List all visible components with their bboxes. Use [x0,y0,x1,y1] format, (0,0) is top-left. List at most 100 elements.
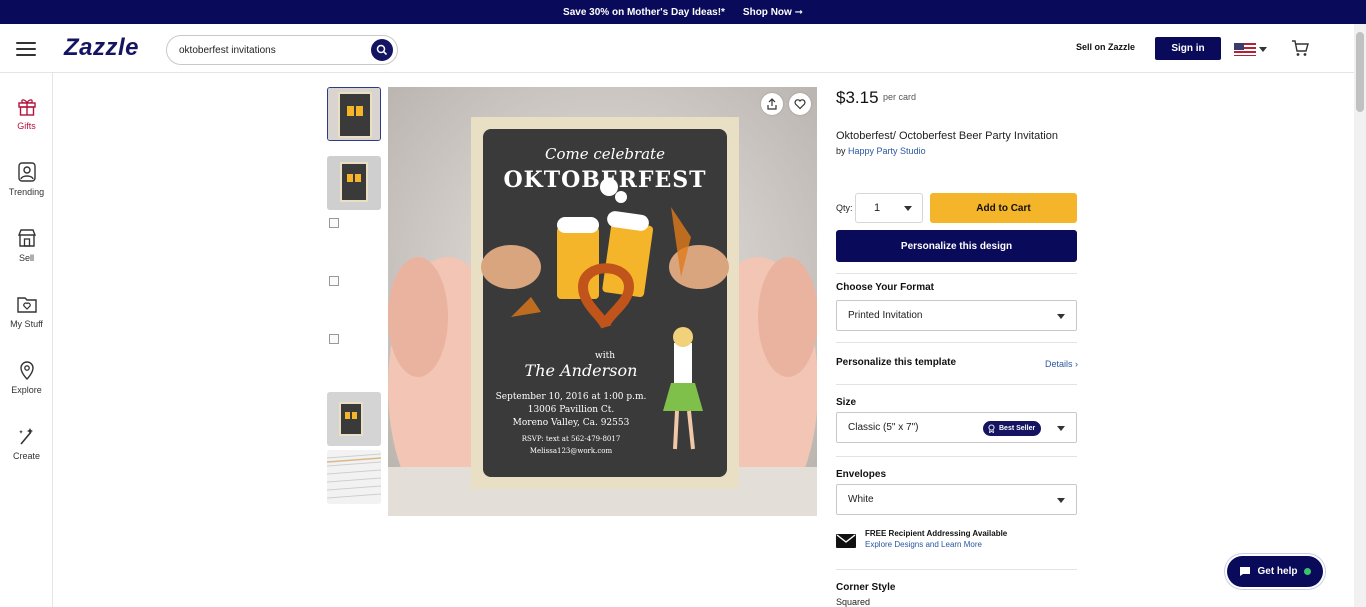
qty-value: 1 [874,202,881,214]
thumbnail-7[interactable] [327,450,381,504]
trending-icon [17,162,36,182]
sidebar-item-label: Gifts [17,121,36,131]
menu-icon[interactable] [16,42,36,56]
price: $3.15 [836,88,879,107]
sell-on-zazzle-link[interactable]: Sell on Zazzle [1076,42,1135,52]
chat-icon [1240,567,1251,576]
invitation-card: Come celebrate OKTOBERFEST with The Ande… [471,117,739,489]
product-by: by Happy Party Studio [836,146,926,156]
thumbnail-1[interactable] [327,87,381,141]
card-with: with [595,351,615,361]
sidebar-item-my-stuff[interactable]: My Stuff [0,293,53,349]
chevron-down-icon [1259,46,1267,52]
card-name: The Anderson [524,361,638,380]
sidebar-item-label: Trending [8,187,45,197]
store-link[interactable]: Happy Party Studio [848,146,926,156]
shop-now-link[interactable]: Shop Now ➞ [743,7,803,18]
get-help-button[interactable]: Get help [1227,556,1323,587]
addressing-link[interactable]: Explore Designs and Learn More [865,540,1007,549]
card-line1: Come celebrate [545,145,665,163]
site-header: Zazzle Sell on Zazzle Sign in [0,24,1354,73]
sidebar-item-label: My Stuff [10,319,43,329]
promo-text: Save 30% on Mother's Day Ideas!* [563,6,725,18]
favorite-button[interactable] [789,93,811,115]
divider [836,569,1077,570]
chevron-down-icon [1057,314,1065,319]
main-product-image[interactable]: Come celebrate OKTOBERFEST with The Ande… [388,87,817,516]
divider [836,342,1077,343]
page-scrollbar[interactable] [1354,24,1366,607]
addressing-row: FREE Recipient Addressing Available Expl… [836,529,1007,550]
chevron-down-icon [1057,498,1065,503]
cart-icon[interactable] [1290,38,1310,58]
quantity-select[interactable]: 1 [855,193,923,223]
divider [836,273,1077,274]
corner-style-value: Squared [836,597,871,607]
folder-heart-icon [16,297,37,313]
sidebar-item-trending[interactable]: Trending [0,161,53,217]
addressing-title: FREE Recipient Addressing Available [865,529,1008,538]
format-value: Printed Invitation [848,310,923,321]
personalize-template-title: Personalize this template [836,357,957,368]
personalize-design-button[interactable]: Personalize this design [836,230,1077,262]
product-title: Oktoberfest/ Octoberfest Beer Party Invi… [836,130,1058,142]
get-help-label: Get help [1257,566,1298,577]
sidebar-item-explore[interactable]: Explore [0,359,53,415]
card-address2: Moreno Valley, Ca. 92553 [512,418,630,428]
share-button[interactable] [761,93,783,115]
search-bar [166,35,398,65]
promo-banner: Save 30% on Mother's Day Ideas!* Shop No… [0,0,1366,24]
logo[interactable]: Zazzle [64,34,139,62]
envelopes-select[interactable]: White [836,484,1077,515]
broken-image-icon[interactable] [329,334,339,344]
corner-style-title: Corner Style [836,582,896,593]
divider [836,384,1077,385]
add-to-cart-button[interactable]: Add to Cart [930,193,1077,223]
size-title: Size [836,397,857,408]
card-date: September 10, 2016 at 1:00 p.m. [495,392,647,402]
card-email: Melissa123@work.com [529,447,613,455]
divider [836,456,1077,457]
format-title: Choose Your Format [836,282,934,293]
thumbnail-6[interactable] [327,392,381,446]
magic-wand-icon [18,428,33,445]
sign-in-button[interactable]: Sign in [1155,37,1221,60]
card-address1: 13006 Pavillion Ct. [527,405,615,415]
sidebar-item-label: Explore [11,385,42,395]
location-pin-icon [19,361,34,380]
format-select[interactable]: Printed Invitation [836,300,1077,331]
price-unit: per card [883,92,917,102]
sidebar-item-label: Sell [18,253,34,263]
sidebar-item-sell[interactable]: Sell [0,227,53,283]
sidebar-item-label: Create [12,451,40,461]
qty-label: Qty: [836,203,853,213]
card-title: OKTOBERFEST [503,167,707,193]
broken-image-icon[interactable] [329,276,339,286]
by-label: by [836,146,846,156]
chevron-down-icon [904,205,912,211]
broken-image-icon[interactable] [329,218,339,228]
us-flag-icon [1234,42,1256,56]
search-input[interactable] [179,44,359,56]
envelopes-value: White [848,494,874,505]
thumbnail-2[interactable] [327,156,381,210]
scrollbar-thumb[interactable] [1356,32,1364,112]
sidebar-item-gifts[interactable]: Gifts [0,95,53,151]
best-seller-badge: Best Seller [983,421,1042,436]
sidebar-item-create[interactable]: Create [0,425,53,481]
best-seller-text: Best Seller [999,425,1036,432]
heart-icon [794,99,806,110]
online-status-dot [1303,568,1311,575]
card-rsvp: RSVP: text at 562-479-8017 [521,435,621,443]
search-icon [376,44,388,56]
search-button[interactable] [371,39,393,61]
size-value: Classic (5" x 7") [848,422,919,433]
chevron-down-icon [1057,426,1065,431]
details-link[interactable]: Details › [1045,359,1078,369]
country-selector[interactable] [1234,38,1274,60]
gift-icon [17,99,36,116]
envelopes-title: Envelopes [836,469,887,480]
left-sidebar: Gifts Trending Sell My Stuff Explore Cre… [0,73,53,607]
envelope-icon [836,534,856,548]
store-icon [17,229,36,247]
